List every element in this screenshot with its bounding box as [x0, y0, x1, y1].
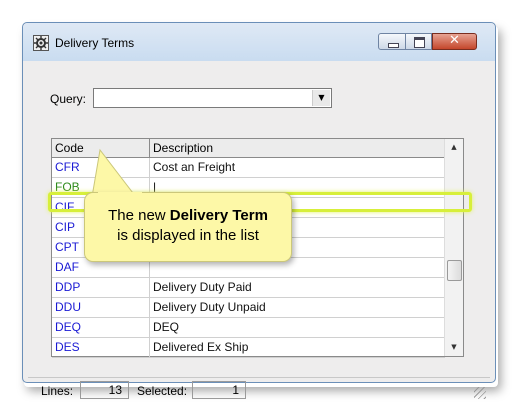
row-code: DES: [52, 338, 150, 357]
selected-label: Selected:: [137, 384, 188, 398]
query-label: Query:: [50, 92, 87, 106]
row-description: Delivered Ex Ship: [153, 340, 249, 354]
row-code: DDU: [52, 298, 150, 317]
scrollbar-thumb[interactable]: [447, 260, 462, 281]
chevron-down-icon[interactable]: ▼: [312, 90, 330, 106]
table-row[interactable]: DDP Delivery Duty Paid: [52, 278, 445, 298]
callout-text: The new Delivery Term is displayed in th…: [85, 206, 291, 246]
close-button[interactable]: ✕: [432, 33, 477, 50]
table-row[interactable]: DEQ DEQ: [52, 318, 445, 338]
callout-text-line2: is displayed in the list: [117, 227, 259, 244]
status-bar: Lines: 13 Selected: 1: [28, 377, 490, 402]
settings-tool-icon: [33, 35, 49, 51]
vertical-scrollbar[interactable]: ▲ ▼: [444, 139, 463, 356]
table-row[interactable]: DDU Delivery Duty Unpaid: [52, 298, 445, 318]
maximize-button[interactable]: [405, 33, 432, 50]
column-header-description[interactable]: Description: [150, 139, 445, 157]
row-code: DEQ: [52, 318, 150, 337]
lines-label: Lines:: [41, 384, 74, 398]
callout-text-bold: Delivery Term: [169, 207, 268, 224]
close-icon: ✕: [449, 33, 460, 48]
callout-text-pre: The new: [108, 207, 170, 224]
row-description: DEQ: [153, 320, 180, 334]
query-dropdown[interactable]: ▼: [93, 88, 332, 108]
callout-pointer: [91, 148, 138, 198]
scroll-down-icon[interactable]: ▼: [445, 339, 463, 356]
table-row[interactable]: DES Delivered Ex Ship: [52, 338, 445, 358]
lines-count: 13: [80, 381, 129, 399]
window-title: Delivery Terms: [55, 36, 135, 50]
row-description: Cost an Freight: [153, 160, 236, 174]
title-bar[interactable]: Delivery Terms ✕: [23, 23, 495, 61]
tooltip-callout: The new Delivery Term is displayed in th…: [84, 192, 292, 262]
row-description: Delivery Duty Paid: [153, 280, 252, 294]
selected-count: 1: [192, 381, 246, 399]
resize-grip-icon[interactable]: [474, 387, 486, 399]
row-code: DDP: [52, 278, 150, 297]
scroll-up-icon[interactable]: ▲: [445, 139, 463, 156]
row-description: Delivery Duty Unpaid: [153, 300, 266, 314]
callout-joint: [98, 192, 142, 195]
minimize-button[interactable]: [378, 33, 406, 50]
